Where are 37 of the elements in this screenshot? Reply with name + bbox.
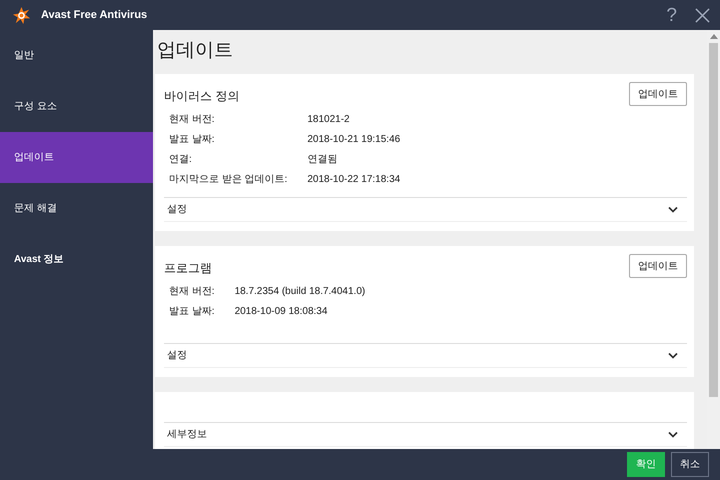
field-label: 발표 날짜: <box>169 305 215 319</box>
expander-label: 설정 <box>167 349 187 363</box>
expander-row[interactable]: 세부정보 <box>164 422 687 447</box>
chevron-down-icon <box>668 352 678 359</box>
section-title: 바이러스 정의 <box>164 88 240 105</box>
page-title: 업데이트 <box>156 39 234 63</box>
expander-row[interactable]: 설정 <box>164 197 687 222</box>
section-title: 프로그램 <box>164 260 212 277</box>
field-value: 2018-10-21 19:15:46 <box>307 133 402 147</box>
sidebar-item[interactable]: Avast 정보 <box>0 234 153 285</box>
logo-icon <box>12 6 31 24</box>
update-button[interactable]: 업데이트 <box>629 82 687 106</box>
chevron-down-icon <box>668 431 678 438</box>
field-label: 현재 버전: <box>169 113 216 127</box>
window-title: Avast Free Antivirus <box>41 8 148 23</box>
update-button[interactable]: 업데이트 <box>629 254 687 278</box>
field-value: 181021-2 <box>307 113 351 127</box>
field-value: 18.7.2354 (build 18.7.4041.0) <box>234 285 366 299</box>
field-value: 2018-10-09 18:08:34 <box>234 305 328 319</box>
help-button[interactable]: ? <box>666 6 677 24</box>
field-value: 2018-10-22 17:18:34 <box>307 173 402 187</box>
expander-row[interactable]: 설정 <box>164 343 687 368</box>
field-label: 마지막으로 받은 업데이트: <box>169 173 288 187</box>
cancel-button[interactable]: 취소 <box>671 452 709 477</box>
field-label: 현재 버전: <box>169 285 215 299</box>
sidebar-item[interactable]: 문제 해결 <box>0 183 153 234</box>
field-label: 발표 날짜: <box>169 133 216 147</box>
close-icon[interactable] <box>695 8 710 22</box>
chevron-down-icon <box>668 206 678 213</box>
field-label: 연결: <box>169 153 193 167</box>
sidebar-item[interactable]: 업데이트 <box>0 132 153 183</box>
sidebar-item[interactable]: 구성 요소 <box>0 81 153 132</box>
sidebar-item[interactable]: 일반 <box>0 30 153 81</box>
expander-label: 설정 <box>167 203 187 217</box>
scroll-up-icon[interactable] <box>710 34 718 39</box>
expander-label: 세부정보 <box>167 428 207 442</box>
field-value: 연결됨 <box>307 153 338 167</box>
